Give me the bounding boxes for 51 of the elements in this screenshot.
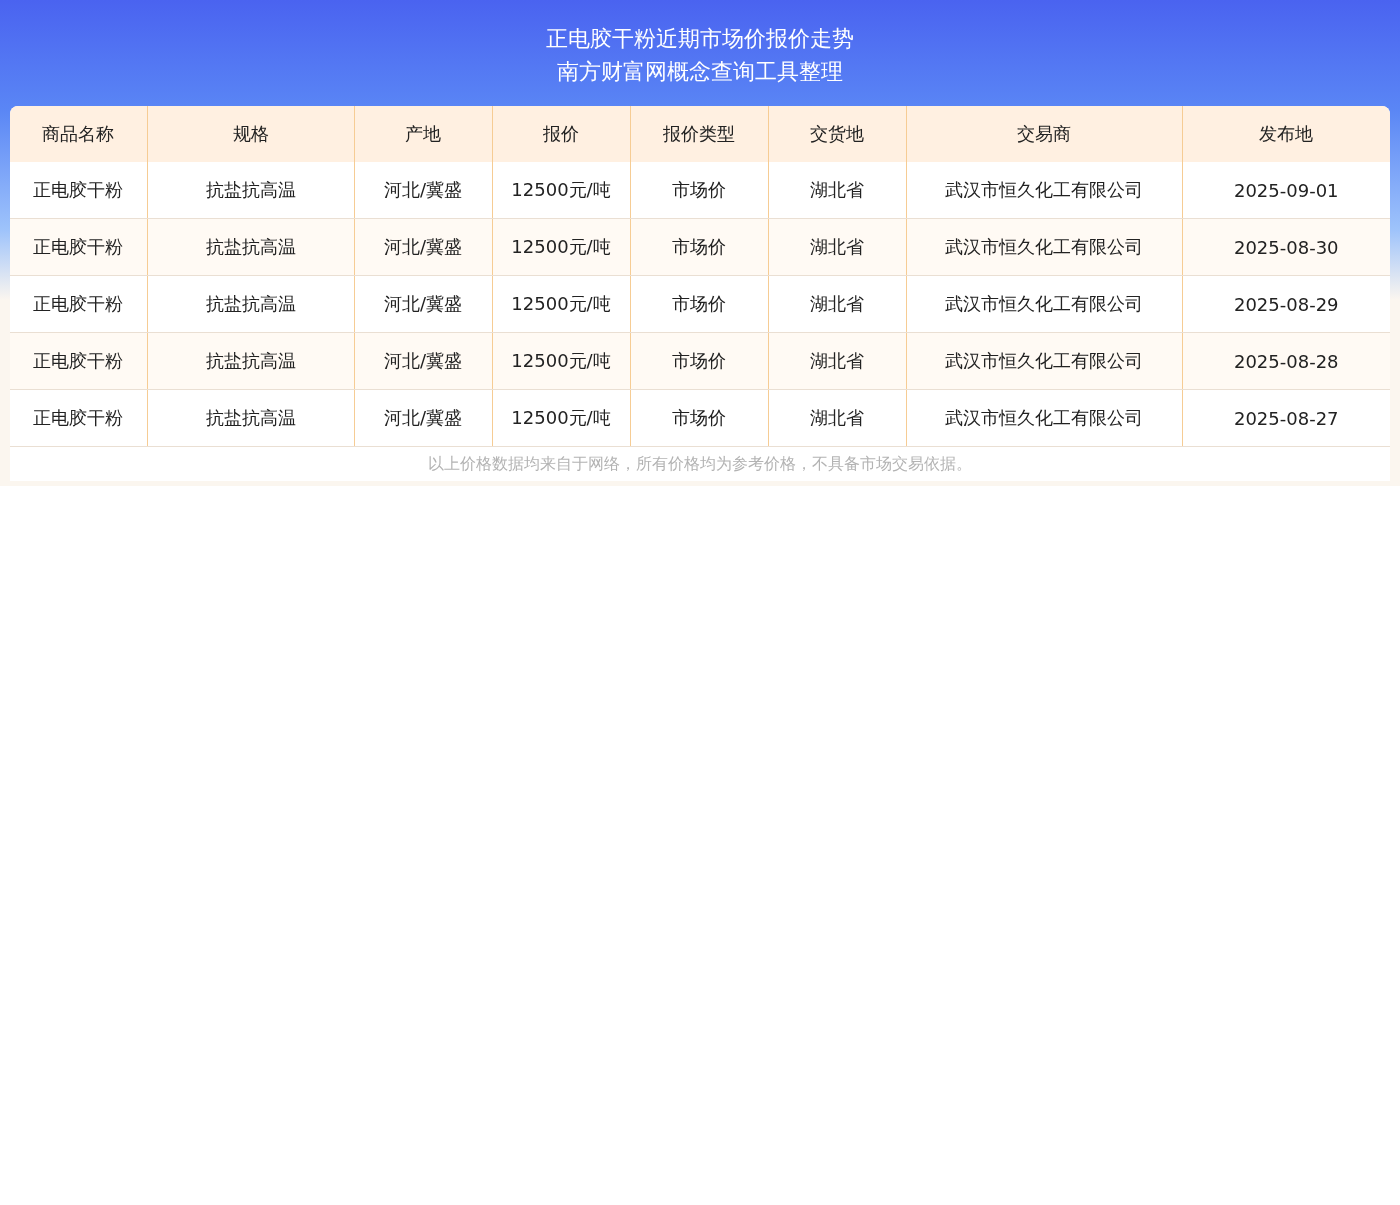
- table-cell: 武汉市恒久化工有限公司: [906, 162, 1182, 219]
- disclaimer-note: 以上价格数据均来自于网络，所有价格均为参考价格，不具备市场交易依据。: [10, 447, 1390, 481]
- table-cell: 湖北省: [768, 218, 906, 276]
- table-cell: 武汉市恒久化工有限公司: [906, 275, 1182, 333]
- column-header: 发布地: [1182, 106, 1390, 162]
- table-cell: 2025-08-27: [1182, 389, 1390, 447]
- table-cell: 武汉市恒久化工有限公司: [906, 218, 1182, 276]
- table-cell: 河北/冀盛: [354, 389, 492, 447]
- table-cell: 湖北省: [768, 162, 906, 219]
- column-header: 产地: [354, 106, 492, 162]
- column-header: 商品名称: [10, 106, 147, 162]
- table-cell: 湖北省: [768, 275, 906, 333]
- table-cell: 正电胶干粉: [10, 389, 147, 447]
- table-cell: 河北/冀盛: [354, 162, 492, 219]
- table-cell: 市场价: [630, 389, 768, 447]
- table-cell: 抗盐抗高温: [147, 389, 354, 447]
- column-header: 报价: [492, 106, 630, 162]
- table-cell: 湖北省: [768, 332, 906, 390]
- table-cell: 12500元/吨: [492, 162, 630, 219]
- table-cell: 正电胶干粉: [10, 332, 147, 390]
- table-cell: 市场价: [630, 332, 768, 390]
- column-header: 报价类型: [630, 106, 768, 162]
- column-header: 交货地: [768, 106, 906, 162]
- table-cell: 12500元/吨: [492, 275, 630, 333]
- page-title: 正电胶干粉近期市场价报价走势: [546, 25, 854, 53]
- table-cell: 武汉市恒久化工有限公司: [906, 332, 1182, 390]
- table-cell: 2025-08-28: [1182, 332, 1390, 390]
- column-header: 规格: [147, 106, 354, 162]
- table-cell: 抗盐抗高温: [147, 218, 354, 276]
- table-cell: 2025-09-01: [1182, 162, 1390, 219]
- table-cell: 正电胶干粉: [10, 218, 147, 276]
- table-cell: 市场价: [630, 162, 768, 219]
- table-cell: 正电胶干粉: [10, 162, 147, 219]
- table-cell: 河北/冀盛: [354, 218, 492, 276]
- table-cell: 抗盐抗高温: [147, 162, 354, 219]
- table-cell: 12500元/吨: [492, 218, 630, 276]
- page-subtitle: 南方财富网概念查询工具整理: [557, 58, 843, 86]
- table-cell: 武汉市恒久化工有限公司: [906, 389, 1182, 447]
- table-cell: 抗盐抗高温: [147, 332, 354, 390]
- table-cell: 河北/冀盛: [354, 275, 492, 333]
- table-cell: 湖北省: [768, 389, 906, 447]
- table-cell: 正电胶干粉: [10, 275, 147, 333]
- table-cell: 市场价: [630, 275, 768, 333]
- table-cell: 河北/冀盛: [354, 332, 492, 390]
- table-cell: 市场价: [630, 218, 768, 276]
- table-cell: 抗盐抗高温: [147, 275, 354, 333]
- table-cell: 2025-08-30: [1182, 218, 1390, 276]
- column-header: 交易商: [906, 106, 1182, 162]
- table-cell: 2025-08-29: [1182, 275, 1390, 333]
- table-cell: 12500元/吨: [492, 332, 630, 390]
- table-cell: 12500元/吨: [492, 389, 630, 447]
